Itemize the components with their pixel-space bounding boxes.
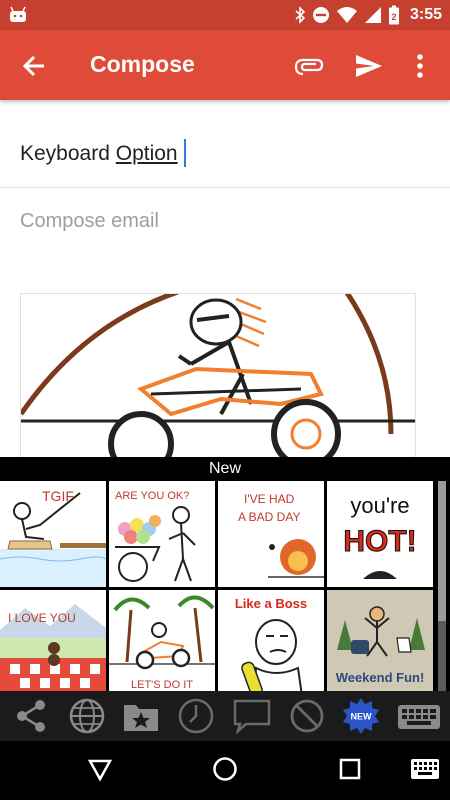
sticker-i-love-you-drawing: I LOVE YOU	[0, 590, 106, 696]
sticker-text-like-a-boss: Like a Boss	[235, 596, 307, 611]
sticker-lets-do-it[interactable]: LET'S DO IT	[109, 590, 215, 696]
sticker-section-title: New	[208, 460, 241, 477]
page-title: Compose	[90, 51, 195, 77]
app-bar: Compose	[0, 30, 450, 100]
sticker-tgif-drawing: TGIF	[0, 488, 106, 587]
sticker-like-a-boss-drawing: Like a Boss	[235, 596, 307, 696]
cell-signal-icon	[364, 7, 381, 23]
sticker-text-youre: you're	[350, 493, 409, 518]
sticker-scroll-thumb[interactable]	[438, 481, 446, 621]
new-badge-icon[interactable]: NEW	[341, 697, 381, 735]
sticker-i-love-you[interactable]: I LOVE YOU	[0, 590, 106, 696]
sticker-are-you-ok[interactable]: ARE YOU OK?	[109, 481, 215, 587]
screen: 2 3:55 Compose Keyboard Option Compose e…	[0, 0, 450, 800]
sticker-youre-hot[interactable]: you're HOT!	[327, 481, 433, 587]
send-icon[interactable]	[354, 52, 384, 80]
chat-bubble-icon[interactable]	[232, 697, 272, 735]
battery-level: 2	[391, 12, 396, 22]
system-nav-bar	[0, 741, 450, 800]
recents-icon[interactable]	[336, 755, 364, 783]
sticker-text-i-love-you: I LOVE YOU	[8, 611, 76, 625]
sticker-text-are-you-ok: ARE YOU OK?	[115, 490, 189, 502]
back-arrow-icon[interactable]	[18, 50, 50, 82]
keyboard-icon[interactable]	[396, 697, 442, 735]
sticker-are-you-ok-drawing: ARE YOU OK?	[115, 490, 196, 582]
subject-suggestion-word: Option	[115, 142, 178, 165]
status-icons: 2 3:55	[294, 0, 442, 30]
text-caret	[184, 139, 186, 167]
home-icon[interactable]	[211, 755, 239, 783]
share-icon[interactable]	[12, 697, 52, 735]
keyboard-switch-icon[interactable]	[410, 756, 440, 782]
sticker-lets-do-it-drawing: LET'S DO IT	[109, 595, 215, 691]
inline-sticker-image[interactable]	[20, 293, 416, 458]
atv-rider-drawing	[21, 294, 415, 457]
subject-prefix: Keyboard	[20, 142, 116, 165]
more-vert-icon[interactable]	[410, 50, 430, 82]
sticker-tgif[interactable]: TGIF	[0, 481, 106, 587]
paperclip-icon[interactable]	[294, 52, 324, 80]
clock-icon[interactable]	[176, 697, 216, 735]
back-icon[interactable]	[86, 755, 114, 783]
sticker-text-bad-day-2: A BAD DAY	[238, 510, 300, 524]
sticker-text-lets-do-it: LET'S DO IT	[131, 679, 193, 691]
sticker-text-bad-day-1: I'VE HAD	[244, 492, 295, 506]
new-badge-label: NEW	[351, 712, 373, 722]
bluetooth-icon	[295, 6, 306, 24]
sticker-youre-hot-drawing: you're HOT!	[343, 493, 417, 579]
globe-icon[interactable]	[67, 697, 107, 735]
folder-star-icon[interactable]	[121, 697, 161, 735]
sticker-text-hot: HOT!	[343, 525, 416, 558]
sticker-text-weekend-fun: Weekend Fun!	[336, 670, 425, 685]
android-notification-icon	[10, 6, 26, 22]
sticker-weekend-fun-drawing: Weekend Fun!	[327, 590, 433, 696]
compose-body-input[interactable]: Compose email	[20, 210, 159, 233]
sticker-bad-day[interactable]: I'VE HAD A BAD DAY	[218, 481, 324, 587]
wifi-icon	[336, 7, 357, 23]
status-clock: 3:55	[409, 6, 442, 23]
sticker-keyboard: New TGIF ARE YOU OK? I'VE HAD A BAD DAY …	[0, 457, 450, 800]
sticker-bad-day-drawing: I'VE HAD A BAD DAY	[238, 492, 324, 578]
sticker-weekend-fun[interactable]: Weekend Fun!	[327, 590, 433, 696]
sticker-scrollbar[interactable]	[438, 481, 446, 691]
status-bar: 2 3:55	[0, 0, 450, 30]
battery-icon: 2	[388, 5, 399, 25]
do-not-disturb-icon	[312, 7, 329, 23]
sticker-like-a-boss[interactable]: Like a Boss	[218, 590, 324, 696]
subject-text: Keyboard Option	[20, 142, 178, 166]
keyboard-toolbar: NEW	[0, 691, 450, 741]
block-icon[interactable]	[287, 697, 327, 735]
subject-field[interactable]: Keyboard Option	[0, 130, 450, 188]
